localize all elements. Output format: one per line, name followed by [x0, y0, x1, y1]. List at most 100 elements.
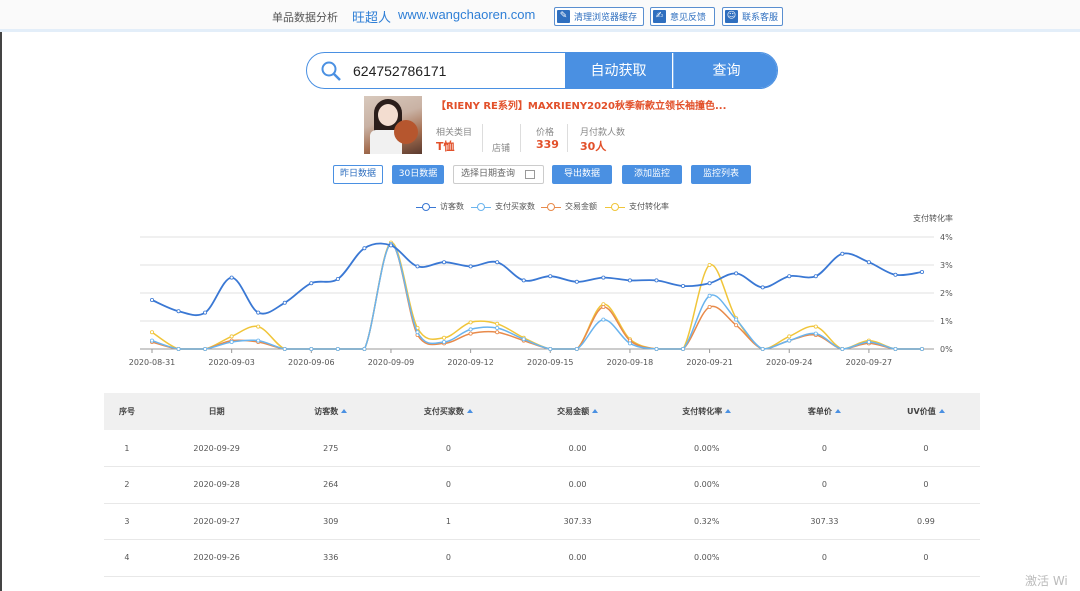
data-point [654, 278, 659, 283]
trend-chart: 4% 3% 2% 1% 0% 2020-08-31 2020-09-03 2020-09-06… [129, 233, 953, 367]
table-cell: 309 [283, 503, 379, 540]
table-cell: 0 [777, 430, 872, 467]
series-line-4 [151, 241, 922, 350]
table-cell: 0.32% [636, 503, 778, 540]
y-tick-label: 3% [940, 261, 953, 270]
table-cell: 2020-09-26 [149, 539, 284, 577]
col-visitors[interactable]: 访客数 [283, 393, 379, 430]
sort-up-icon[interactable] [466, 409, 473, 413]
table-cell: 336 [283, 539, 379, 577]
y-tick-label: 4% [940, 233, 953, 242]
data-point [920, 269, 925, 274]
x-tick-label: 2020-09-12 [447, 358, 494, 367]
data-point [866, 339, 871, 344]
data-point [282, 346, 287, 351]
data-point [601, 317, 606, 322]
table-row: 2 2020-09-28 264 0 0.00 0.00% 0 0 [104, 466, 980, 504]
data-point [442, 339, 447, 344]
data-point [468, 331, 473, 336]
data-point [734, 317, 739, 322]
col-uv-value[interactable]: UV价值 [871, 393, 980, 430]
data-point [176, 309, 181, 314]
data-point [760, 285, 765, 290]
table-cell: 0.00 [518, 466, 637, 504]
data-point [681, 346, 686, 351]
table-cell: 4 [104, 539, 150, 577]
x-tick-label: 2020-09-24 [766, 358, 813, 367]
table-cell: 0 [378, 430, 519, 467]
data-point [415, 330, 420, 335]
table-cell: 0 [871, 539, 980, 577]
table-cell: 0.00 [518, 430, 637, 467]
table-row: 4 2020-09-26 336 0 0.00 0.00% 0 0 [104, 539, 980, 577]
x-tick-label: 2020-09-21 [686, 358, 733, 367]
x-tick-label: 2020-09-09 [368, 358, 415, 367]
data-point [787, 334, 792, 339]
data-point [787, 274, 792, 279]
x-tick-label: 2020-09-18 [607, 358, 654, 367]
data-point [574, 279, 579, 284]
data-point [707, 262, 712, 267]
sort-up-icon[interactable] [938, 409, 945, 413]
data-point [149, 330, 154, 335]
col-avg-order[interactable]: 客单价 [777, 393, 872, 430]
table-cell: 0 [378, 539, 519, 577]
data-point [282, 300, 287, 305]
data-point [362, 346, 367, 351]
table-cell: 2020-09-29 [149, 430, 284, 467]
data-point [495, 260, 500, 265]
table-cell: 2020-09-27 [149, 503, 284, 540]
data-point [813, 324, 818, 329]
data-point [362, 246, 367, 251]
table-row: 1 2020-09-29 275 0 0.00 0.00% 0 0 [104, 430, 980, 467]
activation-watermark: 激活 Wi [1025, 574, 1068, 588]
data-point [574, 346, 579, 351]
data-point [309, 281, 314, 286]
data-point [866, 260, 871, 265]
x-tick-label: 2020-09-06 [288, 358, 335, 367]
data-point [813, 331, 818, 336]
table-cell: 264 [283, 466, 379, 504]
data-point [548, 274, 553, 279]
x-tick-label: 2020-09-03 [208, 358, 255, 367]
y-tick-label: 2% [940, 289, 953, 298]
data-point [734, 323, 739, 328]
data-point [521, 337, 526, 342]
col-conversion[interactable]: 支付转化率 [636, 393, 778, 430]
data-point [548, 346, 553, 351]
data-point [256, 338, 261, 343]
table-cell: 0 [378, 466, 519, 504]
data-point [760, 346, 765, 351]
table-cell: 3 [104, 503, 150, 540]
data-point [149, 338, 154, 343]
data-point [256, 310, 261, 315]
data-point [840, 251, 845, 256]
data-point [256, 324, 261, 329]
table-cell: 2020-09-28 [149, 466, 284, 504]
sort-up-icon[interactable] [834, 409, 841, 413]
table-cell: 0 [777, 466, 872, 504]
sort-up-icon[interactable] [725, 409, 732, 413]
col-buyers[interactable]: 支付买家数 [378, 393, 519, 430]
data-point [893, 346, 898, 351]
sort-up-icon[interactable] [592, 409, 599, 413]
data-point [893, 272, 898, 277]
sort-up-icon[interactable] [341, 409, 348, 413]
col-amount[interactable]: 交易金额 [518, 393, 637, 430]
col-index: 序号 [104, 393, 150, 430]
data-point [229, 339, 234, 344]
series-line-1 [151, 242, 923, 317]
data-point [813, 274, 818, 279]
data-point [229, 275, 234, 280]
data-point [442, 260, 447, 265]
data-point [149, 297, 154, 302]
x-tick-label: 2020-09-27 [846, 358, 893, 367]
data-point [840, 346, 845, 351]
data-point [415, 264, 420, 269]
table-row: 3 2020-09-27 309 1 307.33 0.32% 307.33 0.99 [104, 503, 980, 540]
data-point [495, 321, 500, 326]
data-point [495, 330, 500, 335]
table-cell: 2 [104, 466, 150, 504]
data-point [442, 335, 447, 340]
table-cell: 1 [104, 430, 150, 467]
